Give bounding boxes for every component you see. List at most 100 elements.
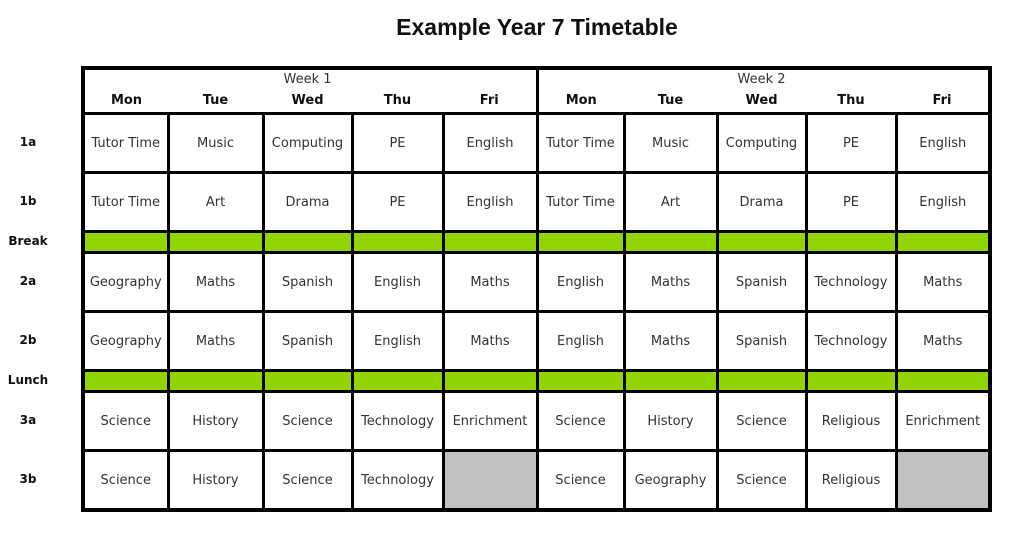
empty-cell bbox=[894, 449, 992, 512]
lesson-cell: Maths bbox=[622, 310, 719, 372]
break-cell bbox=[441, 230, 539, 254]
lesson-cell: Science bbox=[715, 390, 808, 452]
break-cell bbox=[441, 369, 539, 393]
day-header: Fri bbox=[896, 66, 992, 115]
break-cell bbox=[715, 230, 808, 254]
lesson-cell: Maths bbox=[166, 310, 265, 372]
row-label: 3a bbox=[19, 413, 37, 427]
lesson-cell: Maths bbox=[166, 251, 265, 313]
lesson-cell: Tutor Time bbox=[535, 112, 626, 174]
page-title: Example Year 7 Timetable bbox=[396, 14, 678, 40]
day-label: Mon bbox=[565, 93, 597, 108]
lesson-cell: Spanish bbox=[261, 251, 354, 313]
break-cell bbox=[804, 369, 898, 393]
lesson-cell: English bbox=[535, 310, 626, 372]
lesson-cell: PE bbox=[350, 112, 445, 174]
row-label: 1b bbox=[19, 194, 37, 208]
row-label: Lunch bbox=[7, 373, 49, 387]
break-cell bbox=[350, 369, 445, 393]
break-cell bbox=[894, 369, 992, 393]
lesson-cell: Computing bbox=[715, 112, 808, 174]
day-header: Thu bbox=[806, 66, 896, 115]
day-header: Week 2 Wed bbox=[717, 66, 806, 115]
break-cell bbox=[81, 230, 170, 254]
lesson-cell: Geography bbox=[81, 251, 170, 313]
lesson-cell: Maths bbox=[441, 310, 539, 372]
lesson-cell: Tutor Time bbox=[81, 171, 170, 233]
lesson-cell: Science bbox=[535, 449, 626, 512]
lesson-cell: PE bbox=[804, 171, 898, 233]
lesson-cell: Enrichment bbox=[894, 390, 992, 452]
day-label: Wed bbox=[291, 93, 324, 108]
lesson-cell: Music bbox=[622, 112, 719, 174]
lesson-row: Geography Maths Spanish English Maths English… bbox=[81, 251, 992, 313]
lesson-cell: English bbox=[441, 171, 539, 233]
lesson-cell: English bbox=[894, 112, 992, 174]
lesson-cell: Maths bbox=[441, 251, 539, 313]
header-row: Mon Tue Week 1 Wed Thu Fri Mon Tue Week 2 Wed Thu F… bbox=[83, 66, 992, 115]
lesson-cell: Technology bbox=[350, 449, 445, 512]
lesson-cell: Tutor Time bbox=[81, 112, 170, 174]
lesson-cell: Science bbox=[81, 449, 170, 512]
lesson-cell: History bbox=[622, 390, 719, 452]
lesson-cell: Maths bbox=[894, 310, 992, 372]
lesson-cell: Science bbox=[715, 449, 808, 512]
day-label: Thu bbox=[383, 93, 412, 108]
day-label: Mon bbox=[110, 93, 143, 108]
lesson-cell: Religious bbox=[804, 449, 898, 512]
lesson-cell: English bbox=[350, 310, 445, 372]
lesson-row: Science History Science Technology Science Ge… bbox=[81, 449, 992, 512]
day-label: Fri bbox=[932, 93, 952, 108]
day-label: Tue bbox=[657, 93, 684, 108]
lesson-cell: Geography bbox=[622, 449, 719, 512]
lesson-cell: PE bbox=[350, 171, 445, 233]
day-header: Thu bbox=[352, 66, 443, 115]
break-cell bbox=[894, 230, 992, 254]
lesson-cell: English bbox=[535, 251, 626, 313]
lesson-cell: Science bbox=[261, 390, 354, 452]
break-cell bbox=[622, 230, 719, 254]
lesson-cell: Maths bbox=[894, 251, 992, 313]
break-cell bbox=[535, 369, 626, 393]
lesson-row: Tutor Time Music Computing PE English Tutor T… bbox=[81, 112, 992, 174]
day-label: Wed bbox=[745, 93, 778, 108]
break-cell bbox=[715, 369, 808, 393]
lesson-cell: Spanish bbox=[261, 310, 354, 372]
lesson-cell: PE bbox=[804, 112, 898, 174]
day-label: Tue bbox=[202, 93, 229, 108]
lesson-cell: History bbox=[166, 390, 265, 452]
lesson-cell: English bbox=[894, 171, 992, 233]
lesson-row: Geography Maths Spanish English Maths English… bbox=[81, 310, 992, 372]
day-label: Fri bbox=[479, 93, 499, 108]
lesson-cell: Technology bbox=[804, 310, 898, 372]
week-label: Week 2 bbox=[737, 72, 786, 87]
row-label: 2b bbox=[19, 333, 37, 347]
lesson-cell: Tutor Time bbox=[535, 171, 626, 233]
break-row bbox=[81, 230, 992, 254]
row-label: 2a bbox=[19, 274, 37, 288]
lesson-cell: Religious bbox=[804, 390, 898, 452]
lesson-cell: Art bbox=[622, 171, 719, 233]
lesson-cell: Science bbox=[81, 390, 170, 452]
lesson-cell: Music bbox=[166, 112, 265, 174]
row-label: 3b bbox=[19, 472, 37, 487]
break-cell bbox=[350, 230, 445, 254]
break-cell bbox=[261, 230, 354, 254]
day-header: Fri bbox=[443, 66, 539, 115]
lesson-cell: Geography bbox=[81, 310, 170, 372]
day-label: Thu bbox=[837, 93, 865, 108]
lesson-cell: Technology bbox=[804, 251, 898, 313]
lesson-cell: Science bbox=[261, 449, 354, 512]
break-cell bbox=[261, 369, 354, 393]
break-cell bbox=[81, 369, 170, 393]
break-cell bbox=[804, 230, 898, 254]
lesson-row: Science History Science Technology Enrichmen… bbox=[81, 390, 992, 452]
lesson-cell: Spanish bbox=[715, 251, 808, 313]
lesson-cell: Enrichment bbox=[441, 390, 539, 452]
break-cell bbox=[622, 369, 719, 393]
lesson-cell: English bbox=[350, 251, 445, 313]
break-cell bbox=[166, 369, 265, 393]
break-cell bbox=[535, 230, 626, 254]
break-row bbox=[81, 369, 992, 393]
day-header: Mon bbox=[83, 66, 168, 115]
